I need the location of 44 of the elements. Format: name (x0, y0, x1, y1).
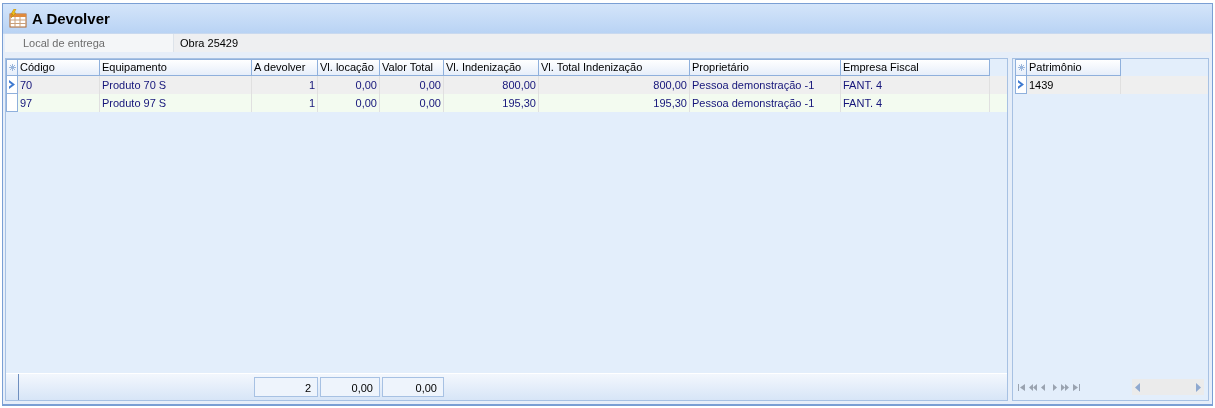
table-icon (8, 8, 28, 29)
row-indicator[interactable] (6, 76, 18, 94)
column-header[interactable]: Equipamento (100, 59, 252, 76)
table-row[interactable]: 97 Produto 97 S 1 0,00 0,00 195,30 195,30 Pessoa demonstração -1 FANT. 4 (6, 94, 1007, 112)
column-header[interactable]: Vl. locação (318, 59, 380, 76)
table-cell: Pessoa demonstração -1 (690, 94, 841, 112)
scroll-left-icon[interactable] (1135, 382, 1140, 392)
column-header[interactable]: Vl. Indenização (444, 59, 539, 76)
column-total: 0,00 (382, 377, 444, 397)
table-cell: 1 (252, 94, 318, 112)
table-cell: 195,30 (444, 94, 539, 112)
column-header[interactable]: Patrimônio (1027, 59, 1121, 76)
table-cell: 1439 (1027, 76, 1121, 94)
column-header[interactable]: A devolver (252, 59, 318, 76)
delivery-location-field[interactable]: Obra 25429 (173, 34, 1210, 52)
column-header[interactable]: Proprietário (690, 59, 841, 76)
column-header[interactable]: Código (18, 59, 100, 76)
scroll-right-icon[interactable] (1196, 382, 1201, 392)
table-cell: 0,00 (318, 94, 380, 112)
current-row-icon (9, 80, 15, 89)
row-indicator[interactable] (6, 94, 18, 112)
column-total: 2 (254, 377, 318, 397)
column-header[interactable]: Empresa Fiscal (841, 59, 990, 76)
column-total: 0,00 (320, 377, 380, 397)
last-page-icon[interactable] (1072, 382, 1081, 392)
row-indicator[interactable] (1015, 76, 1027, 94)
horizontal-scrollbar[interactable] (1132, 379, 1204, 395)
table-cell: Produto 97 S (100, 94, 252, 112)
previous-icon[interactable] (1039, 382, 1048, 392)
first-page-icon[interactable] (1017, 382, 1026, 392)
table-cell: 97 (18, 94, 100, 112)
column-header[interactable]: Vl. Total Indenização (539, 59, 690, 76)
table-row[interactable]: 1439 (1015, 76, 1208, 94)
current-row-icon (1018, 80, 1024, 89)
previous-page-icon[interactable] (1028, 382, 1037, 392)
table-cell: 0,00 (380, 94, 444, 112)
table-cell: FANT. 4 (841, 94, 990, 112)
field-label: Local de entrega (22, 37, 106, 49)
next-icon[interactable] (1050, 382, 1059, 392)
next-page-icon[interactable] (1061, 382, 1070, 392)
panel-title: A Devolver (32, 10, 110, 27)
table-row[interactable]: 70 Produto 70 S 1 0,00 0,00 800,00 800,00 Pessoa demonstração -1 FANT. 4 (6, 76, 1007, 94)
column-header[interactable]: Valor Total (380, 59, 444, 76)
table-cell: 195,30 (539, 94, 690, 112)
